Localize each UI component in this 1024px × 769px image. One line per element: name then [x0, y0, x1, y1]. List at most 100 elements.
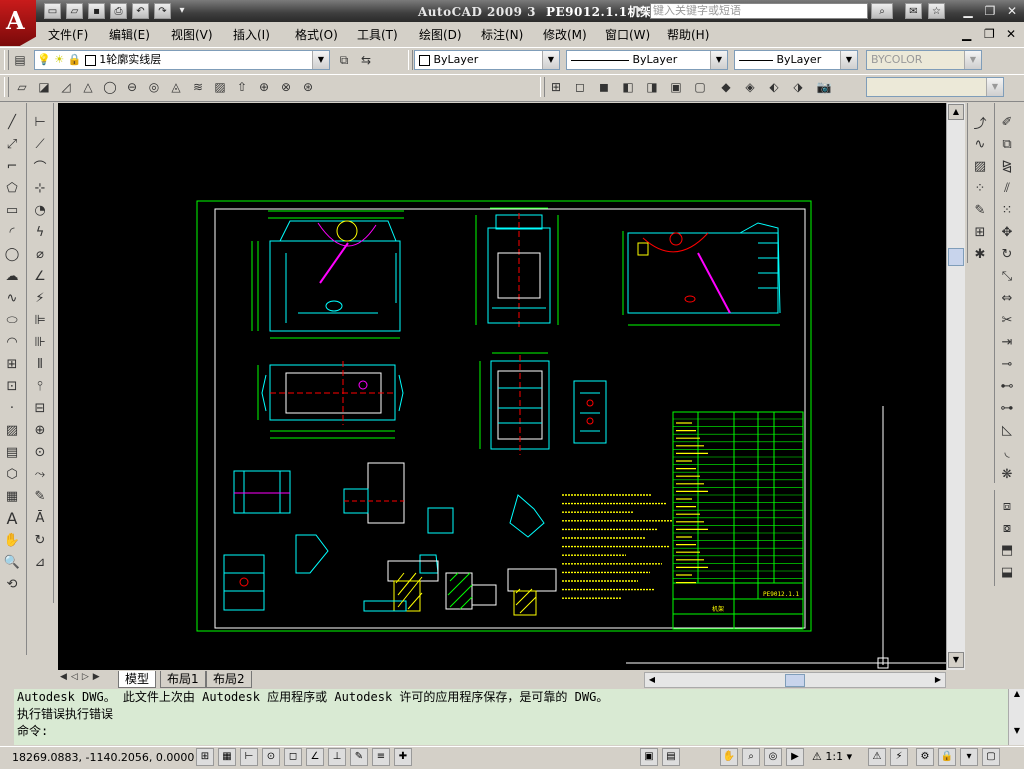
menu-file[interactable]: 文件(F) — [48, 26, 88, 43]
fillet-icon[interactable]: ◟ — [997, 442, 1017, 462]
scroll-left-icon[interactable]: ◀ — [645, 673, 659, 687]
horizontal-scrollbar[interactable]: ◀ ▶ — [644, 672, 946, 688]
nw-isometric-icon[interactable]: ⬗ — [788, 77, 808, 97]
vertical-scrollbar[interactable]: ▲ ▼ — [946, 103, 965, 670]
make-block-icon[interactable]: ⊡ — [2, 376, 22, 396]
insert-block-icon[interactable]: ⊞ — [2, 354, 22, 374]
application-menu-logo[interactable]: A — [0, 0, 36, 46]
command-prompt[interactable]: 命令: — [14, 723, 1008, 740]
trim-icon[interactable]: ✂ — [997, 310, 1017, 330]
scroll-down-icon[interactable]: ▼ — [1009, 726, 1024, 735]
revision-cloud-icon[interactable]: ☁ — [2, 266, 22, 286]
torus-icon[interactable]: ◎ — [144, 77, 164, 97]
ortho-mode-icon[interactable]: ⊢ — [240, 748, 258, 766]
search-icon[interactable]: ⌕ — [871, 3, 893, 19]
union-icon[interactable]: ⊕ — [254, 77, 274, 97]
jogged-linear-icon[interactable]: ⤳ — [30, 464, 50, 484]
edit-array-icon[interactable]: ⁘ — [970, 178, 990, 198]
clean-screen-icon[interactable]: ▢ — [982, 748, 1000, 766]
helix-icon[interactable]: ≋ — [188, 77, 208, 97]
polar-tracking-icon[interactable]: ⊙ — [262, 748, 280, 766]
aligned-dimension-icon[interactable]: ⟋ — [30, 134, 50, 154]
break-at-point-icon[interactable]: ⊸ — [997, 354, 1017, 374]
radius-icon[interactable]: ◔ — [30, 200, 50, 220]
tray-settings-icon[interactable]: ▾ — [960, 748, 978, 766]
dimension-text-edit-icon[interactable]: Ā — [30, 508, 50, 528]
send-under-icon[interactable]: ⬓ — [997, 562, 1017, 582]
lineweight-dropdown[interactable]: ByLayer ▼ — [734, 50, 858, 70]
named-views-icon[interactable]: ⊞ — [546, 77, 566, 97]
back-view-icon[interactable]: ▢ — [690, 77, 710, 97]
dimension-edit-icon[interactable]: ✎ — [30, 486, 50, 506]
bring-to-front-icon[interactable]: ⧈ — [997, 496, 1017, 516]
continue-icon[interactable]: ⊪ — [30, 332, 50, 352]
dimension-update-icon[interactable]: ↻ — [30, 530, 50, 550]
auto-scale-icon[interactable]: ⚡ — [890, 748, 908, 766]
showmotion-icon[interactable]: ▶ — [786, 748, 804, 766]
scroll-down-icon[interactable]: ▼ — [948, 652, 964, 668]
arc-icon[interactable]: ◜ — [2, 222, 22, 242]
scroll-right-icon[interactable]: ▶ — [931, 673, 945, 687]
doc-minimize-icon[interactable]: ▁ — [962, 27, 971, 41]
jogged-icon[interactable]: ϟ — [30, 222, 50, 242]
new-file-icon[interactable]: ▭ — [44, 3, 61, 19]
grid-display-icon[interactable]: ▦ — [218, 748, 236, 766]
annotation-scale[interactable]: ⚠ 1:1 ▾ — [812, 750, 852, 763]
search-expand-icon[interactable]: ▸ — [638, 4, 643, 15]
toolbar-grip[interactable] — [4, 77, 9, 97]
command-scrollbar[interactable]: ▲ ▼ — [1008, 689, 1024, 745]
menu-help[interactable]: 帮助(H) — [667, 26, 709, 43]
right-view-icon[interactable]: ◨ — [642, 77, 662, 97]
arc-length-icon[interactable]: ⌒ — [30, 156, 50, 176]
spline-icon[interactable]: ∿ — [2, 288, 22, 308]
subtract-icon[interactable]: ⊗ — [276, 77, 296, 97]
ordinate-icon[interactable]: ⊹ — [30, 178, 50, 198]
scroll-up-icon[interactable]: ▲ — [948, 104, 964, 120]
dynamic-ucs-icon[interactable]: ⊥ — [328, 748, 346, 766]
explode-icon[interactable]: ✱ — [970, 244, 990, 264]
workspace-switching-icon[interactable]: ⚙ — [916, 748, 934, 766]
pyramid-icon[interactable]: ◬ — [166, 77, 186, 97]
se-isometric-icon[interactable]: ◈ — [740, 77, 760, 97]
tab-model[interactable]: 模型 — [118, 671, 157, 688]
cone-icon[interactable]: △ — [78, 77, 98, 97]
layer-manager-icon[interactable]: ▤ — [10, 50, 30, 70]
top-view-icon[interactable]: ◻ — [570, 77, 590, 97]
camera-icon[interactable]: 📷 — [814, 77, 834, 97]
menu-view[interactable]: 视图(V) — [171, 26, 213, 43]
move-icon[interactable]: ✥ — [997, 222, 1017, 242]
array-icon[interactable]: ⁙ — [997, 200, 1017, 220]
color-dropdown[interactable]: ByLayer ▼ — [414, 50, 560, 70]
make-object-layer-current-icon[interactable]: ⧉ — [334, 50, 354, 70]
sphere-icon[interactable]: ◯ — [100, 77, 120, 97]
block-attribute-manager-icon[interactable]: ⊞ — [970, 222, 990, 242]
front-view-icon[interactable]: ▣ — [666, 77, 686, 97]
box-icon[interactable]: ◪ — [34, 77, 54, 97]
dimension-break-icon[interactable]: ⫯ — [30, 376, 50, 396]
break-icon[interactable]: ⊷ — [997, 376, 1017, 396]
edit-spline-icon[interactable]: ∿ — [970, 134, 990, 154]
drawing-canvas[interactable]: PE9012.1.1 机架 — [58, 103, 946, 670]
left-view-icon[interactable]: ◧ — [618, 77, 638, 97]
dimension-space-icon[interactable]: ⫴ — [30, 354, 50, 374]
stretch-icon[interactable]: ⇔ — [997, 288, 1017, 308]
scroll-up-icon[interactable]: ▲ — [1009, 689, 1024, 698]
edit-attribute-icon[interactable]: ✎ — [970, 200, 990, 220]
cylinder-icon[interactable]: ⊖ — [122, 77, 142, 97]
table-icon[interactable]: ▦ — [2, 486, 22, 506]
ellipse-arc-icon[interactable]: ◠ — [2, 332, 22, 352]
polygon-icon[interactable]: ⬠ — [2, 178, 22, 198]
toolbar-grip[interactable] — [540, 77, 545, 97]
ne-isometric-icon[interactable]: ⬖ — [764, 77, 784, 97]
erase-icon[interactable]: ✐ — [997, 112, 1017, 132]
minimize-window-icon[interactable]: ▁ — [958, 3, 978, 19]
rotate-icon[interactable]: ↻ — [997, 244, 1017, 264]
tab-layout2[interactable]: 布局2 — [206, 671, 252, 688]
menu-edit[interactable]: 编辑(E) — [109, 26, 150, 43]
coordinate-display[interactable]: 18269.0883, -1140.2056, 0.0000 — [12, 751, 194, 764]
join-icon[interactable]: ⊶ — [997, 398, 1017, 418]
ellipse-icon[interactable]: ⬭ — [2, 310, 22, 330]
inspection-icon[interactable]: ⊙ — [30, 442, 50, 462]
model-space-icon[interactable]: ▣ — [640, 748, 658, 766]
lineweight-toggle-icon[interactable]: ≡ — [372, 748, 390, 766]
